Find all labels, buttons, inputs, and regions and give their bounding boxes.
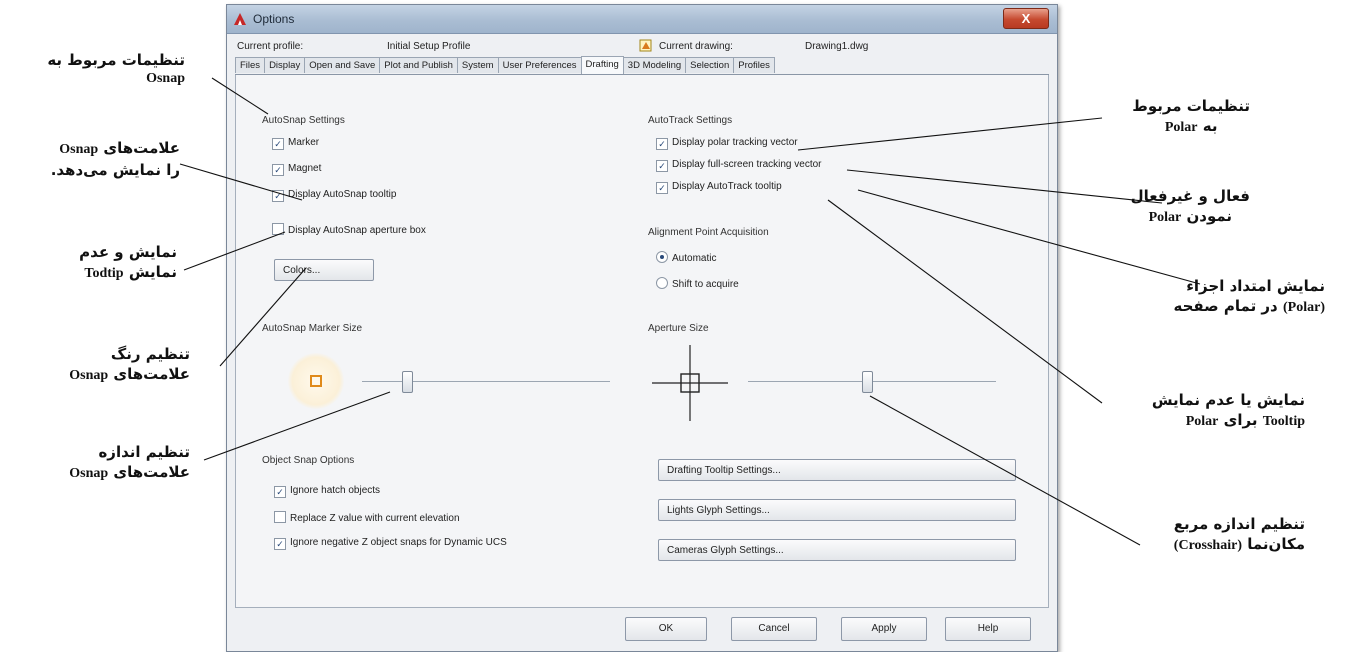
annotation-text: نمایش امتداد اجزاء: [1186, 277, 1325, 295]
annotation-text: Osnap: [69, 466, 109, 482]
annotation-text: Polar: [1148, 210, 1182, 226]
annotation-text: فعال و غیرفعال: [1130, 187, 1250, 205]
annotation-crosshair-size: تنظیم اندازه مربع مکان‌نما (Crosshair): [1174, 514, 1305, 556]
annotation-text: برای: [1223, 411, 1258, 430]
annotation-text: Polar: [1164, 120, 1198, 136]
annotation-polar-toggle: فعال و غیرفعال نمودن Polar: [1131, 186, 1250, 228]
annotation-text: Polar: [1185, 414, 1219, 430]
annotation-text: علامت‌های: [103, 139, 180, 157]
annotation-text: نمودن: [1186, 207, 1233, 226]
annotation-text: به: [1202, 117, 1218, 136]
annotation-text: تنظیمات مربوط به: [47, 51, 185, 69]
annotation-text: نمایش: [128, 263, 177, 282]
annotation-osnap-color: تنظیم رنگ علامت‌های Osnap: [69, 344, 190, 386]
annotation-osnap-marks: علامت‌های Osnap را نمایش می‌دهد.: [51, 138, 180, 180]
annotation-polar-extension: نمایش امتداد اجزاء (Polar) در تمام صفحه: [1173, 276, 1325, 318]
annotation-text: تنظیم اندازه مربع: [1173, 515, 1305, 533]
annotation-text: علامت‌های: [113, 365, 190, 384]
annotation-text: نمایش و عدم: [79, 243, 177, 261]
annotation-text: Osnap: [69, 368, 109, 384]
annotation-text: Osnap: [146, 71, 185, 87]
annotation-text: (Polar): [1283, 300, 1325, 316]
annotation-text: تنظیمات مربوط: [1132, 97, 1250, 115]
annotation-osnap-settings: تنظیمات مربوط به Osnap: [47, 50, 185, 89]
annotation-polar-tooltip: نمایش یا عدم نمایش Tooltip برای Polar: [1152, 390, 1305, 432]
annotation-text: تنظیم اندازه: [98, 443, 190, 461]
annotation-osnap-size: تنظیم اندازه علامت‌های Osnap: [69, 442, 190, 484]
annotation-text: Osnap: [59, 142, 99, 157]
annotation-text: مکان‌نما: [1247, 535, 1305, 554]
annotation-text: Todtip: [84, 266, 124, 282]
annotation-text: Tooltip: [1262, 414, 1305, 430]
annotation-text: (Crosshair): [1173, 538, 1242, 554]
annotation-text: در تمام صفحه: [1173, 297, 1278, 316]
annotation-polar-settings: تنظیمات مربوط به Polar: [1132, 96, 1250, 138]
annotation-text: تنظیم رنگ: [110, 345, 190, 363]
annotation-text: نمایش یا عدم نمایش: [1151, 391, 1305, 409]
annotation-tooltip-toggle: نمایش و عدم نمایش Todtip: [79, 242, 177, 284]
annotation-text: علامت‌های: [113, 463, 190, 482]
annotation-text: را نمایش می‌دهد.: [50, 160, 180, 179]
